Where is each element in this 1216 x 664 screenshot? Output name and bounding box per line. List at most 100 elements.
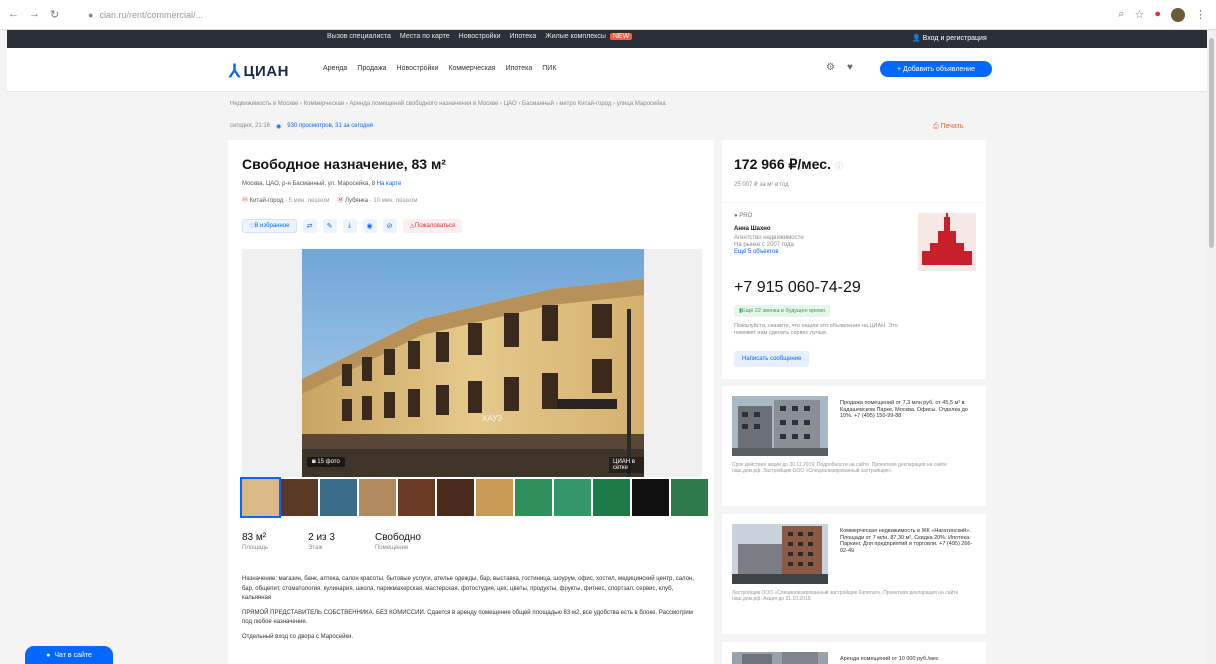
call-hint: Пожалуйста, скажите, что нашли это объяв… (734, 323, 898, 336)
param-value: Свободно (374, 532, 421, 543)
zoom-icon[interactable]: ⌕ (1118, 8, 1124, 22)
ad-building-image (732, 652, 828, 664)
info-icon[interactable]: ⓘ (835, 162, 843, 171)
nav-item[interactable]: Коммерческая (448, 65, 495, 72)
photo-thumbnail[interactable] (240, 477, 281, 518)
nav-item[interactable]: Ипотека (506, 65, 533, 72)
agent-info: Агентство недвижимости На рынке с 2007 г… (734, 235, 804, 256)
login-link[interactable]: 👤 Вход и регистрация (912, 34, 987, 42)
metro-item[interactable]: Ⓜ Лубянка · 10 мин. пешком (337, 195, 417, 204)
star-icon[interactable]: ☆ (1134, 8, 1144, 22)
photo-thumbnail[interactable] (398, 479, 435, 516)
top-link[interactable]: Ипотека (510, 33, 537, 40)
top-strip: Вызов специалиста Места по карте Новостр… (7, 30, 1207, 48)
favorite-button[interactable]: ♡ В избранное (242, 219, 297, 233)
chat-label: Чат в сайте (54, 651, 92, 659)
ad-card[interactable]: Коммерческая недвижимость в ЖК «Нагатинс… (722, 514, 986, 634)
top-link[interactable]: Места по карте (400, 33, 450, 40)
ad-text[interactable]: Аренда помещений от 10 000 руб./мес (840, 656, 976, 663)
agent-more-link[interactable]: Ещё 5 объектов (734, 249, 804, 256)
photo-thumbnail[interactable] (437, 479, 474, 516)
nav-item[interactable]: Продажа (357, 65, 386, 72)
listing-params: 83 м² Площадь 2 из 3 Этаж Свободно Помещ… (242, 532, 421, 551)
cian-logo[interactable]: ⅄ ЦИАН (229, 61, 289, 82)
ad-card[interactable]: Аренда помещений от 10 000 руб./мес (722, 642, 986, 664)
ad-card[interactable]: Продажа помещений от 7,3 млн руб. от 45,… (722, 386, 986, 506)
profile-avatar[interactable] (1171, 8, 1185, 22)
photo-thumbnail[interactable] (554, 479, 591, 516)
share-icon[interactable]: ◉ (362, 219, 377, 233)
top-link[interactable]: Вызов специалиста (327, 33, 391, 40)
photo-thumbnail[interactable] (476, 479, 513, 516)
edit-icon[interactable]: ✎ (322, 219, 337, 233)
top-strip-links: Вызов специалиста Места по карте Новостр… (327, 33, 633, 40)
price-card: 172 966 ₽/мес. ⓘ 25 007 ₽ за м² в год (722, 140, 986, 202)
pro-badge: ● PRO (734, 213, 752, 219)
price-value: 172 966 ₽/мес. (734, 156, 831, 172)
agent-phone[interactable]: +7 915 060-74-29 (734, 279, 861, 297)
photo-thumbnail[interactable] (320, 479, 357, 516)
map-link[interactable]: На карте (377, 181, 402, 187)
ad-footnote: Застройщик ООО «Специализированный застр… (732, 590, 959, 602)
listing-meta: сегодня, 21:16 ◉ 930 просмотров, 31 за с… (230, 123, 373, 130)
agent-since: На рынке с 2007 года (734, 242, 794, 248)
compare-icon[interactable]: ⇄ (302, 219, 317, 233)
top-link[interactable]: Новостройки (459, 33, 501, 40)
print-icon: ⎙ (933, 123, 941, 130)
photo-thumbnail[interactable] (515, 479, 552, 516)
main-photo[interactable]: ХАУЗ ◙ 15 фото ЦИАН в сетке (302, 249, 644, 477)
param-area: 83 м² Площадь (242, 532, 268, 551)
back-icon[interactable]: ← (8, 8, 19, 21)
download-icon[interactable]: ⤓ (342, 219, 357, 233)
scrollbar-thumb[interactable] (1209, 38, 1214, 248)
menu-icon[interactable]: ⋮ (1195, 8, 1206, 22)
address-text[interactable]: Москва, ЦАО, р-н Басманный, ул. Маросейк… (242, 181, 375, 187)
chat-icon: ● (46, 651, 51, 659)
photo-thumbnail[interactable] (632, 479, 669, 516)
photo-thumbnail[interactable] (593, 479, 630, 516)
agent-card: ● PRO Анна Шахно Агентство недвижимости … (722, 203, 986, 379)
param-label: Помещение (374, 545, 409, 551)
heart-icon[interactable]: ♥ (847, 62, 853, 73)
nav-item[interactable]: Аренда (323, 65, 347, 72)
metro-item[interactable]: Ⓜ Китай-город · 5 мин. пешком (242, 195, 329, 204)
description-paragraph: Назначение: магазин, банк, аптека, салон… (242, 576, 694, 601)
hide-icon[interactable]: ⊘ (382, 219, 397, 233)
ad-text[interactable]: Коммерческая недвижимость в ЖК «Нагатинс… (840, 528, 976, 554)
photo-thumbnail[interactable] (359, 479, 396, 516)
settings-icon[interactable]: ⚙ (826, 62, 835, 73)
metro-time: 10 мин. пешком (373, 198, 418, 204)
breadcrumb[interactable]: Недвижимость в Москве › Коммерческая › А… (230, 101, 666, 107)
price-per-sqm: 25 007 ₽ за м² в год (734, 182, 789, 188)
photo-count[interactable]: ◙ 15 фото (307, 457, 345, 467)
price: 172 966 ₽/мес. ⓘ (734, 156, 843, 173)
page-scrollbar[interactable] (1207, 30, 1216, 664)
ad-building-image (732, 396, 828, 456)
top-link[interactable]: Жилые комплексы (545, 33, 606, 40)
address-bar[interactable]: ● cian.ru/rent/commercial/... (88, 4, 1088, 25)
print-link[interactable]: ⎙ Печать (933, 123, 963, 131)
write-message-button[interactable]: Написать сообщение (734, 351, 810, 367)
nav-item[interactable]: ПИК (542, 65, 556, 72)
nav-item[interactable]: Новостройки (397, 65, 439, 72)
photo-gallery[interactable]: ХАУЗ ◙ 15 фото ЦИАН в сетке (242, 249, 702, 477)
logo-text: ЦИАН (243, 63, 289, 80)
photo-thumbnail[interactable] (671, 479, 708, 516)
main-nav: Аренда Продажа Новостройки Коммерческая … (323, 65, 556, 72)
agent-logo[interactable] (918, 213, 976, 271)
browser-extensions: ⌕ ☆ ● ⋮ (1118, 8, 1206, 22)
views-link[interactable]: 930 просмотров, 31 за сегодня (287, 123, 373, 130)
extension-icon[interactable]: ● (1154, 8, 1161, 22)
agent-name[interactable]: Анна Шахно (734, 226, 771, 232)
photo-thumbnail[interactable] (281, 479, 318, 516)
complain-button[interactable]: ⚠ Пожаловаться (402, 219, 463, 233)
metro-name: Лубянка (345, 198, 369, 204)
add-listing-button[interactable]: + Добавить объявление (880, 61, 992, 77)
reload-icon[interactable]: ↻ (50, 8, 59, 21)
param-label: Этаж (308, 545, 323, 551)
chat-button[interactable]: ● Чат в сайте (25, 646, 113, 664)
ad-text[interactable]: Продажа помещений от 7,3 млн руб. от 45,… (840, 400, 976, 420)
eye-icon: ◉ (276, 124, 282, 130)
forward-icon[interactable]: → (29, 8, 40, 21)
print-label: Печать (940, 123, 964, 130)
